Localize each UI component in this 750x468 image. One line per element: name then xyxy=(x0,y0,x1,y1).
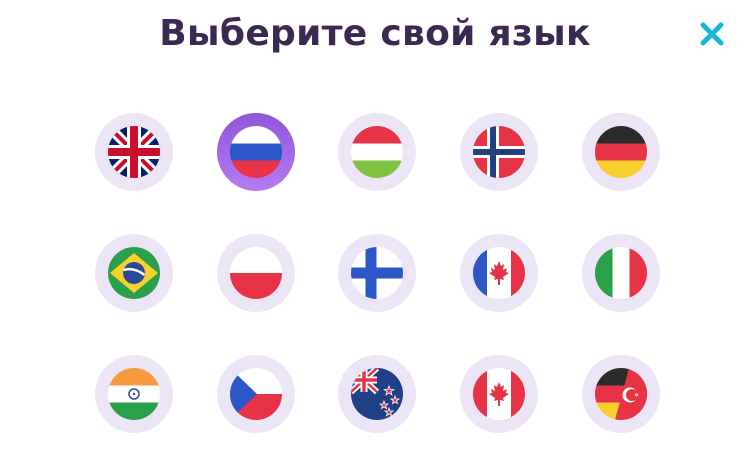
language-option-poland[interactable] xyxy=(217,234,295,312)
language-option-finland[interactable] xyxy=(338,234,416,312)
language-option-russia[interactable] xyxy=(217,113,295,191)
language-grid xyxy=(95,113,660,433)
language-option-czech[interactable] xyxy=(217,355,295,433)
italy-flag-icon xyxy=(595,247,647,299)
hungary-flag-icon xyxy=(351,126,403,178)
close-button[interactable] xyxy=(696,18,728,50)
czech-flag-icon xyxy=(230,368,282,420)
language-option-brazil[interactable] xyxy=(95,234,173,312)
new-zealand-flag-icon xyxy=(351,368,403,420)
canada-flag-icon xyxy=(473,368,525,420)
language-option-norway[interactable] xyxy=(460,113,538,191)
norway-flag-icon xyxy=(473,126,525,178)
language-option-india[interactable] xyxy=(95,355,173,433)
russia-flag-icon xyxy=(230,126,282,178)
poland-flag-icon xyxy=(230,247,282,299)
language-option-canada[interactable] xyxy=(460,355,538,433)
language-option-germany[interactable] xyxy=(582,113,660,191)
brazil-flag-icon xyxy=(108,247,160,299)
germany-turkey-flag-icon xyxy=(595,368,647,420)
language-option-hungary[interactable] xyxy=(338,113,416,191)
uk-flag-icon xyxy=(108,126,160,178)
language-option-canada-french[interactable] xyxy=(460,234,538,312)
india-flag-icon xyxy=(108,368,160,420)
language-option-new-zealand[interactable] xyxy=(338,355,416,433)
close-icon xyxy=(700,22,724,46)
language-option-uk[interactable] xyxy=(95,113,173,191)
canada-france-flag-icon xyxy=(473,247,525,299)
page-title: Выберите свой язык xyxy=(159,13,591,54)
language-option-italy[interactable] xyxy=(582,234,660,312)
language-option-germany-turkey[interactable] xyxy=(582,355,660,433)
finland-flag-icon xyxy=(351,247,403,299)
germany-flag-icon xyxy=(595,126,647,178)
